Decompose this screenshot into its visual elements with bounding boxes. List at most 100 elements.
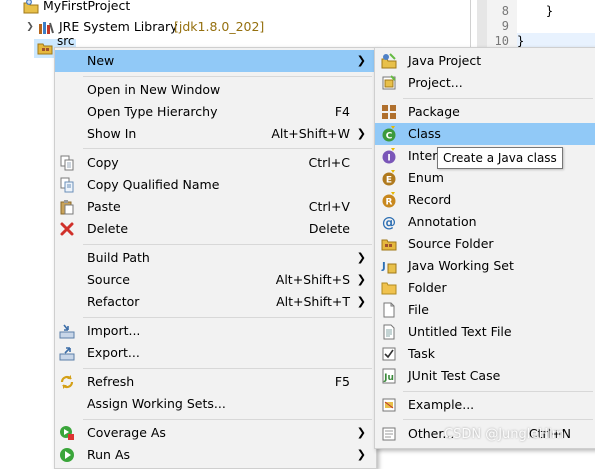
menu-item-shortcut: Ctrl+V — [308, 199, 350, 214]
menu-item-refresh[interactable]: Refresh F5 — [55, 371, 376, 393]
menu-item-label: Copy Qualified Name — [87, 177, 220, 192]
submenu-item-junit-test-case[interactable]: Ju JUnit Test Case — [375, 365, 595, 387]
menu-item-label: Untitled Text File — [408, 324, 512, 339]
submenu-arrow-icon: ❯ — [356, 426, 366, 439]
submenu-arrow-icon: ❯ — [356, 251, 366, 264]
task-icon — [381, 346, 397, 362]
context-menu: New ❯ Open in New Window Open Type Hiera… — [54, 47, 377, 469]
menu-item-label: Refactor — [87, 294, 140, 309]
jre-label: JRE System Library — [59, 19, 178, 34]
submenu-item-record[interactable]: R Record — [375, 189, 595, 211]
menu-item-label: Paste — [87, 199, 121, 214]
menu-item-coverage-as[interactable]: Coverage As ❯ — [55, 422, 376, 444]
java-project-icon — [381, 53, 397, 69]
submenu-item-class[interactable]: C Class — [375, 123, 595, 145]
menu-separator — [83, 419, 372, 420]
run-icon — [59, 447, 75, 463]
java-project-icon — [23, 0, 39, 14]
tooltip: Create a Java class — [437, 147, 563, 169]
menu-item-label: Class — [408, 126, 441, 141]
submenu-item-java-project[interactable]: Java Project — [375, 50, 595, 72]
menu-item-label: Import... — [87, 323, 141, 338]
package-icon — [381, 104, 397, 120]
submenu-item-example[interactable]: Example... — [375, 394, 595, 416]
menu-item-show-in[interactable]: Show In Alt+Shift+W ❯ — [55, 123, 376, 145]
menu-item-label: Package — [408, 104, 460, 119]
submenu-item-project[interactable]: Project... — [375, 72, 595, 94]
submenu-item-task[interactable]: Task — [375, 343, 595, 365]
interface-icon: I — [381, 148, 397, 164]
menu-item-build-path[interactable]: Build Path ❯ — [55, 247, 376, 269]
menu-separator — [83, 368, 372, 369]
svg-text:E: E — [386, 176, 392, 186]
menu-item-export[interactable]: Export... — [55, 342, 376, 364]
submenu-item-untitled-text-file[interactable]: Untitled Text File — [375, 321, 595, 343]
menu-item-label: Java Working Set — [408, 258, 514, 273]
menu-item-shortcut: Alt+Shift+T — [276, 294, 350, 309]
menu-item-label: Coverage As — [87, 425, 166, 440]
menu-item-copy-qualified-name[interactable]: Copy Qualified Name — [55, 174, 376, 196]
menu-item-open-type-hierarchy[interactable]: Open Type Hierarchy F4 — [55, 101, 376, 123]
other-icon — [381, 426, 397, 442]
jre-version-decoration: [jdk1.8.0_202] — [174, 19, 265, 34]
export-icon — [59, 345, 75, 361]
menu-item-label: Copy — [87, 155, 119, 170]
example-icon — [381, 397, 397, 413]
menu-item-shortcut: F4 — [334, 104, 350, 119]
import-icon — [59, 323, 75, 339]
menu-item-import[interactable]: Import... — [55, 320, 376, 342]
menu-item-run-as[interactable]: Run As ❯ — [55, 444, 376, 466]
submenu-arrow-icon: ❯ — [356, 295, 366, 308]
svg-text:@: @ — [382, 215, 396, 230]
menu-item-assign-working-sets[interactable]: Assign Working Sets... — [55, 393, 376, 415]
menu-item-label: Project... — [408, 75, 463, 90]
menu-item-label: Source — [87, 272, 130, 287]
menu-item-label: Run As — [87, 447, 131, 462]
menu-item-delete[interactable]: Delete Delete — [55, 218, 376, 240]
java-working-set-icon: J — [381, 258, 397, 274]
menu-item-shortcut: Alt+Shift+W — [271, 126, 350, 141]
copy-icon — [59, 155, 75, 171]
submenu-item-java-working-set[interactable]: J Java Working Set — [375, 255, 595, 277]
menu-item-shortcut: F5 — [334, 374, 350, 389]
submenu-arrow-icon: ❯ — [356, 54, 366, 67]
coverage-icon — [59, 425, 75, 441]
menu-item-paste[interactable]: Paste Ctrl+V — [55, 196, 376, 218]
menu-item-label: Example... — [408, 397, 475, 412]
submenu-item-source-folder[interactable]: Source Folder — [375, 233, 595, 255]
expand-arrow-icon[interactable]: ❯ — [25, 22, 35, 32]
line-number: 8 — [501, 4, 509, 18]
paste-icon — [59, 199, 75, 215]
menu-item-label: Record — [408, 192, 452, 207]
submenu-arrow-icon: ❯ — [356, 448, 366, 461]
menu-item-label: Refresh — [87, 374, 135, 389]
submenu-item-file[interactable]: File — [375, 299, 595, 321]
menu-item-refactor[interactable]: Refactor Alt+Shift+T ❯ — [55, 291, 376, 313]
record-icon: R — [381, 192, 397, 208]
menu-item-label: Task — [408, 346, 435, 361]
class-icon: C — [381, 126, 397, 142]
menu-item-label: Folder — [408, 280, 447, 295]
menu-separator — [83, 244, 372, 245]
menu-separator — [83, 148, 372, 149]
menu-item-source[interactable]: Source Alt+Shift+S ❯ — [55, 269, 376, 291]
menu-item-label: JUnit Test Case — [408, 368, 501, 383]
submenu-item-folder[interactable]: Folder — [375, 277, 595, 299]
menu-item-open-in-new-window[interactable]: Open in New Window — [55, 79, 376, 101]
submenu-item-enum[interactable]: E Enum — [375, 167, 595, 189]
menu-item-label: Source Folder — [408, 236, 494, 251]
menu-item-copy[interactable]: Copy Ctrl+C — [55, 152, 376, 174]
library-icon — [38, 19, 54, 35]
menu-item-label: Enum — [408, 170, 444, 185]
project-name: MyFirstProject — [43, 0, 131, 13]
submenu-item-package[interactable]: Package — [375, 101, 595, 123]
submenu-item-annotation[interactable]: @ Annotation — [375, 211, 595, 233]
code-line: } — [517, 4, 554, 18]
menu-item-new[interactable]: New ❯ — [55, 50, 376, 72]
menu-item-label: Export... — [87, 345, 140, 360]
file-icon — [381, 302, 397, 318]
svg-text:I: I — [387, 154, 390, 164]
untitled-text-file-icon — [381, 324, 397, 340]
svg-text:R: R — [386, 198, 393, 208]
svg-text:C: C — [386, 132, 393, 142]
